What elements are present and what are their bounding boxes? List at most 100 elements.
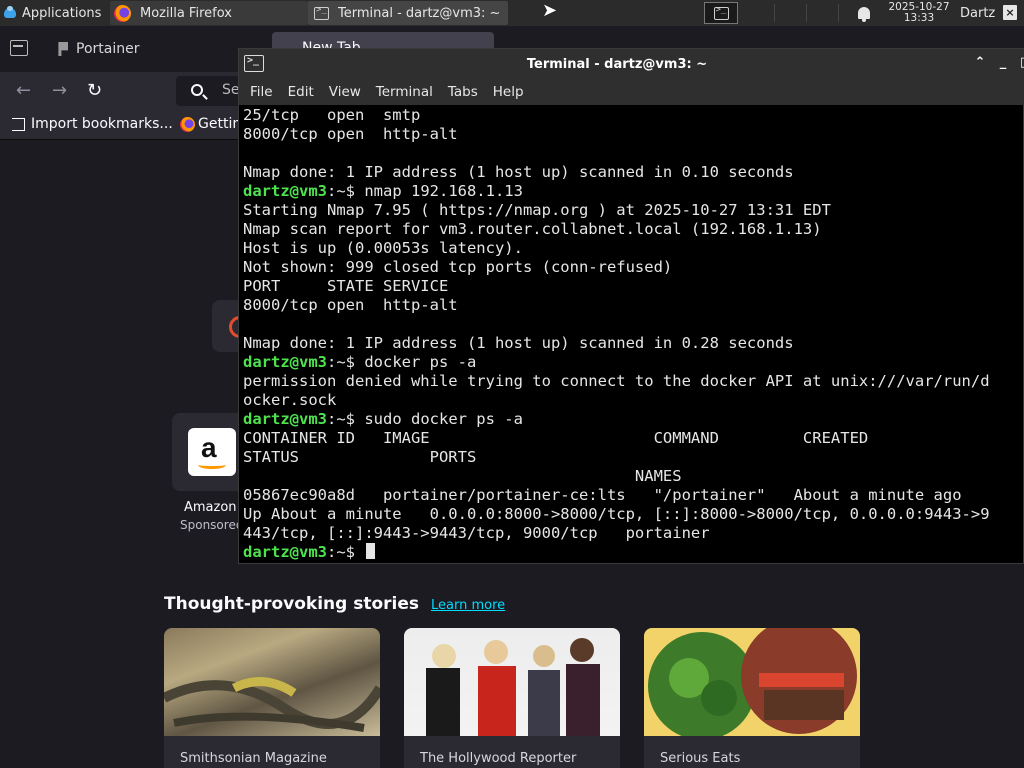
story-image [164,628,380,736]
prompt-user: dartz@vm3 [243,182,327,200]
portainer-icon [58,42,68,56]
taskbar-item-label: Mozilla Firefox [140,5,232,21]
terminal-output-line: permission denied while trying to connec… [243,372,990,390]
notifications-button[interactable] [854,0,874,26]
terminal-output-line: Nmap scan report for vm3.router.collabne… [243,220,822,238]
menu-edit[interactable]: Edit [288,84,314,100]
firefox-icon [180,116,195,132]
panel-clock[interactable]: 2025-10-27 13:33 [882,0,956,26]
story-source: Serious Eats [660,751,741,766]
prompt-path: :~$ [327,353,365,371]
story-source: Smithsonian Magazine [180,751,327,766]
applications-menu-button[interactable]: Applications [0,0,110,26]
story-source: The Hollywood Reporter [420,751,577,766]
forward-button[interactable]: → [52,80,67,101]
bookmark-label: Getting Started [198,116,240,132]
terminal-output[interactable]: 25/tcp open smtp 8000/tcp open http-alt Nm… [243,106,1024,564]
xfce-logo-icon [2,5,18,21]
top-site-sublabel: Sponsored [180,518,244,532]
bell-icon [858,7,870,22]
stories-heading: Thought-provoking stories [164,594,420,614]
tab-portainer[interactable]: Portainer [48,32,268,66]
terminal-launcher-button[interactable] [704,2,738,24]
tab-overview-icon[interactable] [10,40,28,56]
panel-separator [774,4,775,22]
text-cursor [366,543,376,559]
user-menu-button[interactable]: Dartz [960,0,1000,26]
top-site-label: Amazon [184,500,237,515]
terminal-icon [713,5,729,20]
terminal-output-line: 443/tcp, [::]:9443->9443/tcp, 9000/tcp p… [243,524,710,542]
bookmark-import[interactable]: Import bookmarks... [12,116,173,132]
top-panel: Applications Mozilla Firefox Terminal - … [0,0,1024,26]
story-card[interactable]: Smithsonian Magazine [164,628,380,768]
firefox-icon [114,4,131,22]
terminal-output-line: Nmap done: 1 IP address (1 host up) scan… [243,163,794,181]
prompt-user: dartz@vm3 [243,543,327,561]
story-image [404,628,620,736]
amazon-logo-icon: a [188,428,236,476]
terminal-output-line: Up About a minute 0.0.0.0:8000->8000/tcp… [243,505,990,523]
terminal-window[interactable]: Terminal - dartz@vm3: ~ ⌃ _ □ File Edit … [238,48,1024,564]
chevron-up-icon[interactable]: ⌃ [972,55,988,71]
menu-terminal[interactable]: Terminal [376,84,433,100]
mouse-pointer-icon: ➤ [542,0,558,21]
terminal-output-line: ocker.sock [243,391,337,409]
terminal-prompt-line: dartz@vm3:~$ [243,543,1024,562]
prompt-command: docker ps -a [364,353,477,371]
bookmark-label: Import bookmarks... [31,116,173,132]
clock-time: 13:33 [903,12,935,24]
search-icon [191,84,203,96]
terminal-output-line: Not shown: 999 closed tcp ports (conn-re… [243,258,673,276]
panel-separator [838,4,839,22]
menu-view[interactable]: View [329,84,361,100]
terminal-output-line: Nmap done: 1 IP address (1 host up) scan… [243,334,794,352]
terminal-output-line: NAMES [243,467,682,485]
terminal-icon [314,5,329,20]
search-placeholder: Se [222,82,240,98]
import-icon [12,117,25,131]
terminal-output-line: Starting Nmap 7.95 ( https://nmap.org ) … [243,201,831,219]
terminal-output-line: Host is up (0.00053s latency). [243,239,523,257]
terminal-prompt-line: dartz@vm3:~$ nmap 192.168.1.13 [243,182,1024,201]
terminal-titlebar[interactable]: Terminal - dartz@vm3: ~ ⌃ _ □ [239,49,1024,79]
story-card[interactable]: The Hollywood Reporter [404,628,620,768]
tab-label: Portainer [76,41,140,57]
close-window-button[interactable]: × [1003,5,1017,20]
terminal-prompt-line: dartz@vm3:~$ docker ps -a [243,353,1024,372]
reload-button[interactable]: ↻ [87,80,102,101]
taskbar-item-firefox[interactable]: Mozilla Firefox [110,1,308,25]
learn-more-link[interactable]: Learn more [431,598,505,613]
terminal-prompt-line: dartz@vm3:~$ sudo docker ps -a [243,410,1024,429]
prompt-path: :~$ [327,543,365,561]
menu-file[interactable]: File [250,84,273,100]
taskbar-item-terminal[interactable]: Terminal - dartz@vm3: ~ [308,1,508,25]
terminal-title: Terminal - dartz@vm3: ~ [526,57,708,72]
minimize-button[interactable]: _ [995,55,1011,71]
terminal-output-line: 05867ec90a8d portainer/portainer-ce:lts … [243,486,962,504]
terminal-menubar: File Edit View Terminal Tabs Help [239,79,1024,105]
maximize-button[interactable]: □ [1018,55,1024,71]
terminal-output-line: STATUS PORTS [243,448,477,466]
prompt-path: :~$ [327,182,365,200]
prompt-command: nmap 192.168.1.13 [364,182,523,200]
terminal-output-line: 25/tcp open smtp [243,106,421,124]
terminal-output-line: PORT STATE SERVICE [243,277,449,295]
terminal-output-line: 8000/tcp open http-alt [243,125,458,143]
back-button[interactable]: ← [16,80,31,101]
prompt-user: dartz@vm3 [243,353,327,371]
prompt-command: sudo docker ps -a [364,410,523,428]
bookmark-getting-started[interactable]: Getting Started [180,116,240,132]
taskbar-item-label: Terminal - dartz@vm3: ~ [338,5,501,21]
panel-separator [806,4,807,22]
story-image [644,628,860,740]
prompt-user: dartz@vm3 [243,410,327,428]
menu-help[interactable]: Help [493,84,524,100]
story-card[interactable]: Serious Eats [644,628,860,768]
menu-tabs[interactable]: Tabs [448,84,478,100]
applications-label: Applications [22,5,102,21]
terminal-output-line: 8000/tcp open http-alt [243,296,458,314]
terminal-output-line: CONTAINER ID IMAGE COMMAND CREATED [243,429,869,447]
